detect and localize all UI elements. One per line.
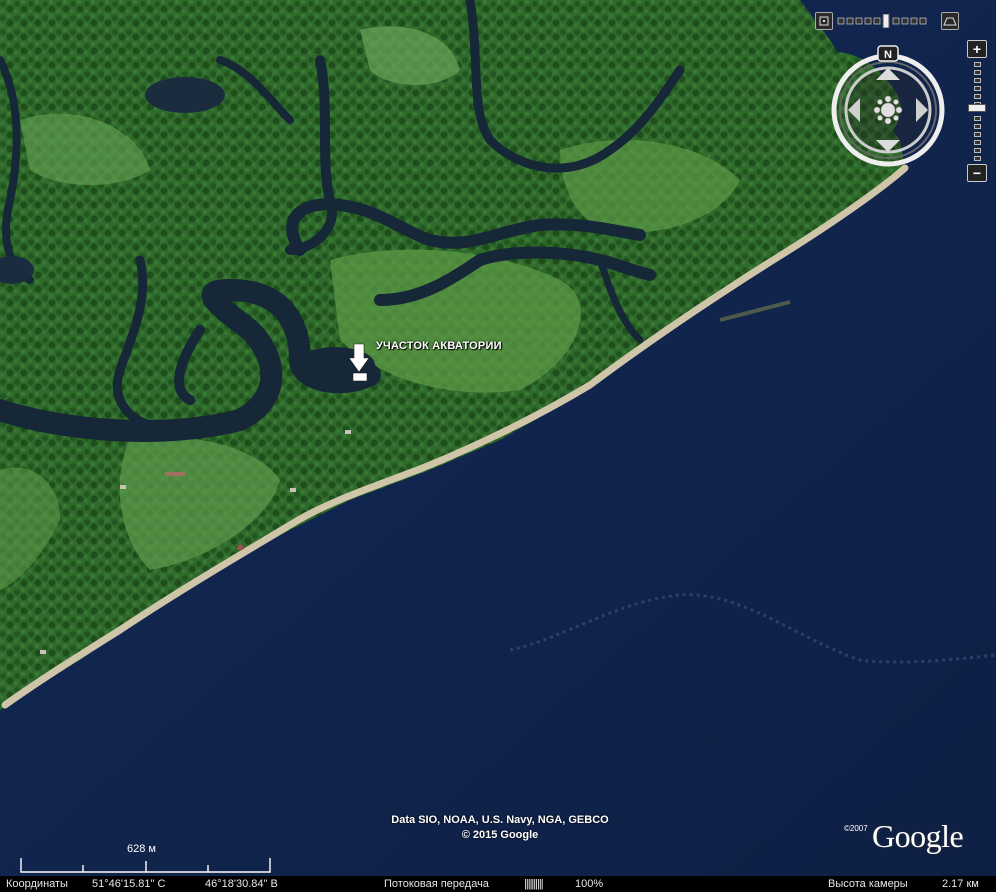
tilt-horizon-button[interactable] xyxy=(941,12,959,30)
zoom-in-button[interactable]: + xyxy=(967,40,987,58)
coords-label: Координаты xyxy=(6,878,68,890)
status-bar: Координаты 51°46'15.81" С 46°18'30.84" В… xyxy=(0,876,996,892)
latitude-value: 51°46'15.81" С xyxy=(92,878,166,890)
placemark-arrow-icon[interactable] xyxy=(348,342,370,384)
zoom-slider[interactable]: + − xyxy=(967,40,987,184)
streaming-percent: 100% xyxy=(575,878,604,890)
streaming-bars: |||||||||| xyxy=(524,878,544,890)
zoom-step[interactable] xyxy=(974,86,981,91)
zoom-step[interactable] xyxy=(974,94,981,99)
streaming-label: Потоковая передача xyxy=(384,878,489,890)
zoom-out-button[interactable]: − xyxy=(967,164,987,182)
zoom-step[interactable] xyxy=(974,140,981,145)
scale-bar: 628 м xyxy=(20,843,271,873)
navigation-compass[interactable]: N xyxy=(826,44,950,168)
tilt-track[interactable] xyxy=(837,14,937,28)
logo-text: Google xyxy=(872,818,964,854)
camera-altitude-label: Высота камеры xyxy=(828,878,908,890)
placemark-label[interactable]: УЧАСТОК АКВАТОРИИ xyxy=(376,340,502,352)
zoom-step[interactable] xyxy=(974,78,981,83)
zoom-step[interactable] xyxy=(974,156,981,161)
tilt-slider[interactable] xyxy=(815,12,961,30)
zoom-step[interactable] xyxy=(974,116,981,121)
logo-year: ©2007 xyxy=(844,824,868,833)
attribution-line: Data SIO, NOAA, U.S. Navy, NGA, GEBCO xyxy=(391,814,609,826)
camera-altitude-value: 2.17 км xyxy=(942,878,979,890)
lake xyxy=(145,77,225,113)
scale-label: 628 м xyxy=(127,843,156,855)
tilt-top-view-button[interactable] xyxy=(815,12,833,30)
zoom-step[interactable] xyxy=(974,132,981,137)
zoom-step[interactable] xyxy=(974,62,981,67)
longitude-value: 46°18'30.84" В xyxy=(205,878,278,890)
zoom-handle[interactable] xyxy=(968,104,986,112)
copyright-line: © 2015 Google xyxy=(461,829,539,841)
zoom-step[interactable] xyxy=(974,124,981,129)
north-label: N xyxy=(884,49,892,61)
zoom-step[interactable] xyxy=(974,148,981,153)
zoom-step[interactable] xyxy=(974,70,981,75)
